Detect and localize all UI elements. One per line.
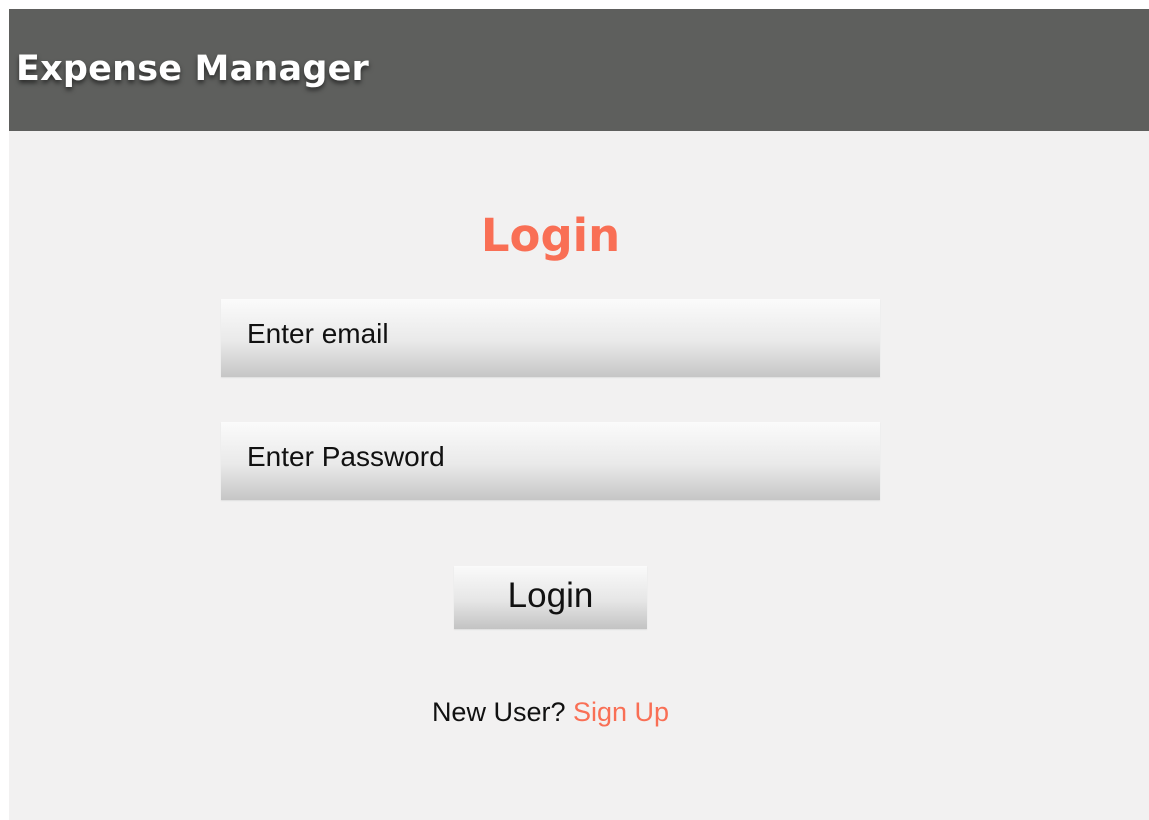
password-input[interactable] bbox=[221, 422, 880, 500]
app-screen: Expense Manager Login Login New User? Si… bbox=[9, 9, 1149, 820]
app-bar: Expense Manager bbox=[9, 9, 1149, 131]
email-input[interactable] bbox=[221, 299, 880, 377]
signup-row: New User? Sign Up bbox=[9, 695, 1092, 729]
signup-prompt: New User? bbox=[431, 697, 566, 727]
login-button[interactable]: Login bbox=[454, 566, 647, 629]
app-title: Expense Manager bbox=[16, 49, 369, 89]
signup-link[interactable]: Sign Up bbox=[573, 697, 669, 727]
login-heading: Login bbox=[480, 209, 621, 262]
